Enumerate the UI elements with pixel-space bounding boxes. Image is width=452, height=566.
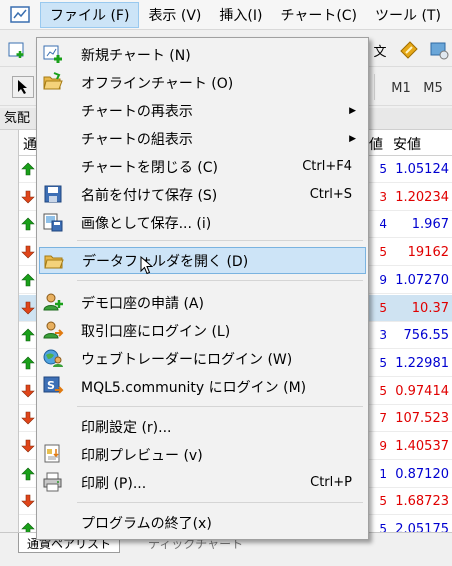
shortcut-label: Ctrl+P <box>310 475 352 490</box>
bid-cell: 3 <box>379 189 387 204</box>
ask-cell: 107.523 <box>395 411 449 427</box>
menu-chart[interactable]: チャート(C) <box>271 2 366 28</box>
ask-cell: 1.07270 <box>395 272 449 288</box>
shortcut-label: Ctrl+F4 <box>302 159 352 174</box>
ask-cell: 1.40537 <box>395 439 449 454</box>
image-save-icon <box>42 212 64 232</box>
arrow-up-icon <box>21 162 35 176</box>
arrow-up-icon <box>21 217 35 231</box>
ask-cell: 1.05124 <box>395 162 449 177</box>
bid-cell: 7 <box>379 411 387 426</box>
menu-close-chart[interactable]: チャートを閉じる (C) Ctrl+F4 <box>39 153 366 180</box>
ask-cell: 1.20234 <box>395 189 449 205</box>
arrow-up-icon <box>21 467 35 481</box>
menu-print[interactable]: 印刷 (P)... Ctrl+P <box>39 469 366 496</box>
menu-separator <box>77 502 363 503</box>
arrow-down-icon <box>21 384 35 398</box>
printer-icon <box>42 472 64 492</box>
submenu-arrow-icon: ▶ <box>349 133 356 144</box>
ask-cell: 1.68723 <box>395 494 449 510</box>
arrow-down-icon <box>21 411 35 425</box>
arrow-down-icon <box>21 245 35 259</box>
user-add-icon <box>42 292 64 312</box>
menu-exit[interactable]: プログラムの終了(x) <box>39 509 366 536</box>
new-chart-toolbar-icon[interactable] <box>6 39 28 61</box>
experts-icon[interactable] <box>397 38 421 62</box>
bid-cell: 5 <box>379 300 387 315</box>
user-login-icon <box>42 320 64 340</box>
mql5-icon: S <box>42 376 64 396</box>
app-icon[interactable] <box>10 4 32 26</box>
bid-cell: 9 <box>379 439 387 453</box>
arrow-up-icon <box>21 273 35 287</box>
folder-open-icon <box>42 72 64 92</box>
menubar: ファイル (F) 表示 (V) 挿入(I) チャート(C) ツール (T) ウ <box>0 0 452 30</box>
terminal-icon[interactable] <box>427 38 451 62</box>
mouse-cursor-icon <box>140 255 154 280</box>
arrow-down-icon <box>21 439 35 453</box>
print-preview-icon <box>42 444 64 464</box>
menu-tools[interactable]: ツール (T) <box>366 2 450 28</box>
menu-separator <box>77 280 363 281</box>
new-chart-icon <box>42 44 64 64</box>
menu-insert[interactable]: 挿入(I) <box>210 2 271 28</box>
arrow-down-icon <box>21 494 35 508</box>
ask-cell: 756.55 <box>403 328 450 344</box>
bid-cell: 5 <box>379 383 387 398</box>
menu-demo-account[interactable]: デモ口座の申請 (A) <box>39 289 366 316</box>
shortcut-label: Ctrl+S <box>309 187 352 202</box>
ask-cell: 0.97414 <box>395 383 449 399</box>
submenu-arrow-icon: ▶ <box>349 105 356 116</box>
bid-cell: 9 <box>379 272 387 287</box>
menu-login-mql5[interactable]: S MQL5.community にログイン (M) <box>39 373 366 400</box>
bid-cell: 5 <box>379 494 387 509</box>
bid-cell: 4 <box>379 217 387 232</box>
col-bid-header[interactable]: 値 <box>369 134 383 154</box>
menu-save-image[interactable]: 画像として保存... (i) <box>39 209 366 236</box>
menu-view[interactable]: 表示 (V) <box>139 2 210 28</box>
menu-print-setup[interactable]: 印刷設定 (r)... <box>39 413 366 440</box>
arrow-up-icon <box>21 328 35 342</box>
arrow-up-icon <box>21 356 35 370</box>
arrow-down-icon <box>21 190 35 204</box>
timeframe-m1-button[interactable]: M1 <box>388 78 414 98</box>
folder-icon <box>43 251 65 271</box>
ask-cell: 0.87120 <box>395 466 449 482</box>
menu-separator <box>77 240 363 241</box>
menu-save-as[interactable]: 名前を付けて保存 (S) Ctrl+S <box>39 181 366 208</box>
save-icon <box>42 184 64 204</box>
cursor-tool-icon[interactable] <box>12 76 34 98</box>
globe-user-icon <box>42 348 64 368</box>
file-menu-dropdown: 新規チャート (N) オフラインチャート (O) チャートの再表示 ▶ チャート… <box>36 37 369 540</box>
bid-cell: 5 <box>379 162 387 176</box>
menu-chart-set[interactable]: チャートの組表示 ▶ <box>39 125 366 152</box>
bid-cell: 3 <box>379 328 387 343</box>
bid-cell: 5 <box>379 355 387 370</box>
menu-redisplay-chart[interactable]: チャートの再表示 ▶ <box>39 97 366 124</box>
menu-login-webtrader[interactable]: ウェブトレーダーにログイン (W) <box>39 345 366 372</box>
timeframe-m5-button[interactable]: M5 <box>420 78 446 98</box>
menu-login-trade[interactable]: 取引口座にログイン (L) <box>39 317 366 344</box>
menu-file[interactable]: ファイル (F) <box>40 1 140 28</box>
menu-separator <box>77 406 363 407</box>
menu-open-data-folder[interactable]: データフォルダを開く (D) <box>39 247 366 274</box>
arrow-down-icon <box>21 301 35 315</box>
ask-cell: 19162 <box>407 245 449 261</box>
menu-new-chart[interactable]: 新規チャート (N) <box>39 41 366 68</box>
ask-cell: 10.37 <box>411 300 449 316</box>
menu-offline-chart[interactable]: オフラインチャート (O) <box>39 69 366 96</box>
col-ask-header[interactable]: 安値 <box>393 134 421 154</box>
col-symbol-header[interactable]: 通 <box>23 134 37 154</box>
new-order-label[interactable]: 文 <box>370 40 390 60</box>
bid-cell: 5 <box>379 245 387 260</box>
left-strip <box>0 130 18 532</box>
ask-cell: 1.967 <box>411 217 449 233</box>
toolbar-divider <box>374 74 375 100</box>
bid-cell: 1 <box>379 466 387 481</box>
menu-print-preview[interactable]: 印刷プレビュー (v) <box>39 441 366 468</box>
ask-cell: 1.22981 <box>395 355 449 371</box>
svg-text:S: S <box>47 379 55 392</box>
